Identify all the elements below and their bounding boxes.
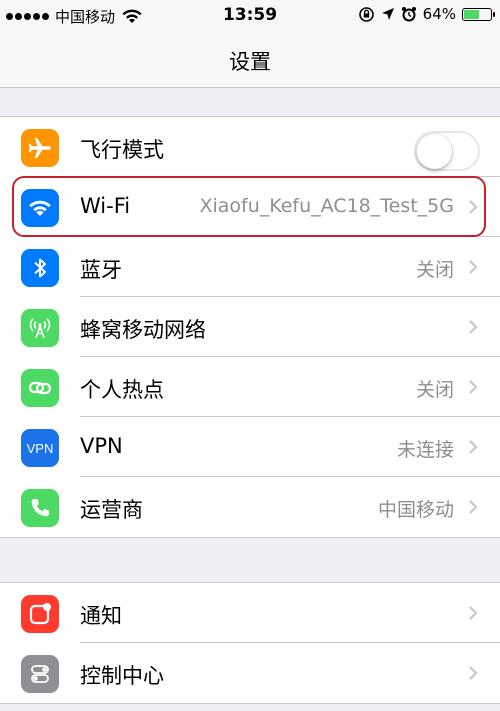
chevron-right-icon bbox=[469, 440, 478, 454]
settings-row-label: 个人热点 bbox=[80, 378, 164, 402]
battery-level bbox=[464, 9, 480, 19]
settings-group-connectivity: 飞行模式 Wi-Fi Xiaofu_Kefu_AC18_Test_5G 蓝牙 关… bbox=[0, 116, 500, 538]
chevron-right-icon bbox=[469, 200, 478, 214]
bluetooth-icon bbox=[21, 249, 59, 287]
settings-row-vpn[interactable]: VPN VPN 未连接 bbox=[0, 417, 500, 477]
control-center-icon bbox=[21, 655, 59, 693]
settings-row-bluetooth[interactable]: 蓝牙 关闭 bbox=[0, 237, 500, 297]
settings-group-system: 通知 控制中心 bbox=[0, 582, 500, 704]
wifi-icon bbox=[21, 189, 59, 227]
chevron-right-icon bbox=[469, 320, 478, 334]
settings-row-label: 控制中心 bbox=[80, 664, 164, 688]
settings-row-label: VPN bbox=[80, 434, 123, 458]
airplane-icon bbox=[21, 129, 59, 167]
notifications-icon bbox=[21, 595, 59, 633]
settings-row-value: 关闭 bbox=[415, 259, 454, 281]
settings-row-carrier[interactable]: 运营商 中国移动 bbox=[0, 477, 500, 537]
settings-row-label: Wi-Fi bbox=[80, 194, 131, 218]
chevron-right-icon bbox=[469, 606, 478, 620]
status-right: 64% bbox=[358, 5, 495, 23]
chevron-right-icon bbox=[469, 260, 478, 274]
airplane-mode-toggle[interactable] bbox=[414, 131, 480, 171]
chevron-right-icon bbox=[469, 500, 478, 514]
settings-row-airplane-mode: 飞行模式 bbox=[0, 117, 500, 177]
toggle-knob bbox=[417, 134, 452, 169]
status-bar: 中国移动 13:59 64% bbox=[0, 0, 500, 32]
rotation-lock-icon bbox=[358, 6, 374, 22]
navigation-bar: 设置 bbox=[0, 32, 500, 88]
chevron-right-icon bbox=[469, 380, 478, 394]
settings-row-label: 蓝牙 bbox=[80, 258, 122, 282]
settings-row-value: 关闭 bbox=[415, 379, 454, 401]
settings-row-control-center[interactable]: 控制中心 bbox=[0, 643, 500, 703]
settings-row-label: 飞行模式 bbox=[80, 138, 164, 162]
vpn-icon: VPN bbox=[21, 429, 59, 467]
settings-row-label: 蜂窝移动网络 bbox=[80, 318, 206, 342]
settings-row-value: Xiaofu_Kefu_AC18_Test_5G bbox=[199, 195, 454, 217]
settings-row-personal-hotspot[interactable]: 个人热点 关闭 bbox=[0, 357, 500, 417]
chevron-right-icon bbox=[469, 666, 478, 680]
settings-row-notifications[interactable]: 通知 bbox=[0, 583, 500, 643]
page-title: 设置 bbox=[229, 50, 271, 74]
settings-row-value: 未连接 bbox=[396, 439, 454, 461]
hotspot-icon bbox=[21, 369, 59, 407]
settings-row-cellular[interactable]: 蜂窝移动网络 bbox=[0, 297, 500, 357]
location-icon bbox=[381, 8, 394, 20]
alarm-icon bbox=[401, 7, 416, 22]
settings-row-label: 运营商 bbox=[80, 498, 143, 522]
battery-percentage: 64% bbox=[422, 5, 456, 23]
settings-row-label: 通知 bbox=[80, 604, 122, 628]
battery-icon bbox=[462, 7, 495, 21]
settings-row-wifi[interactable]: Wi-Fi Xiaofu_Kefu_AC18_Test_5G bbox=[0, 177, 500, 237]
settings-row-value: 中国移动 bbox=[377, 499, 454, 521]
cellular-icon bbox=[21, 309, 59, 347]
phone-icon bbox=[21, 489, 59, 527]
